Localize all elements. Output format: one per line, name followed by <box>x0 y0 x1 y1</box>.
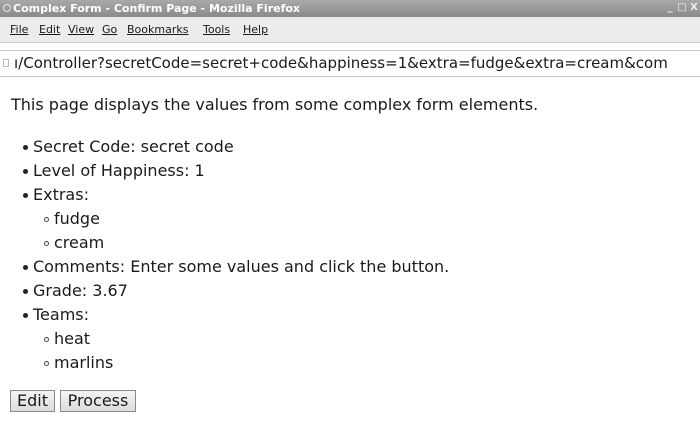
list-item: Grade: 3.67 <box>23 281 128 301</box>
menu-edit[interactable]: Edit <box>39 17 60 42</box>
minimize-button[interactable]: _ <box>664 2 676 14</box>
list-item: Comments: Enter some values and click th… <box>23 257 450 277</box>
list-item: Secret Code: secret code <box>23 137 234 157</box>
extra-fudge: fudge <box>54 209 100 228</box>
bullet-icon <box>23 313 28 318</box>
list-item: Extras: <box>23 185 89 205</box>
page-icon <box>3 59 9 67</box>
process-button[interactable]: Process <box>60 390 136 412</box>
intro-text: This page displays the values from some … <box>11 95 539 114</box>
page-content: This page displays the values from some … <box>0 78 700 438</box>
list-item: Level of Happiness: 1 <box>23 161 205 181</box>
extra-cream: cream <box>54 233 105 252</box>
menu-bookmarks[interactable]: Bookmarks <box>127 17 188 42</box>
teams-label: Teams: <box>33 305 90 324</box>
list-item: Teams: <box>23 305 90 325</box>
maximize-button[interactable]: □ <box>676 2 688 14</box>
bullet-icon <box>23 169 28 174</box>
team-marlins: marlins <box>54 353 114 372</box>
close-button[interactable]: X <box>688 2 700 14</box>
bullet-icon <box>23 193 28 198</box>
circle-bullet-icon <box>44 337 49 342</box>
edit-button[interactable]: Edit <box>10 390 55 412</box>
secret-code-value: Secret Code: secret code <box>33 137 234 156</box>
list-item: marlins <box>44 353 114 373</box>
window-title: Complex Form - Confirm Page - Mozilla Fi… <box>13 2 301 15</box>
extras-label: Extras: <box>33 185 89 204</box>
comments-value: Comments: Enter some values and click th… <box>33 257 450 276</box>
list-item: fudge <box>44 209 100 229</box>
menu-help[interactable]: Help <box>243 17 268 42</box>
bullet-icon <box>23 289 28 294</box>
happiness-value: Level of Happiness: 1 <box>33 161 205 180</box>
circle-bullet-icon <box>44 361 49 366</box>
menu-go[interactable]: Go <box>102 17 117 42</box>
team-heat: heat <box>54 329 91 348</box>
grade-value: Grade: 3.67 <box>33 281 128 300</box>
circle-bullet-icon <box>44 217 49 222</box>
list-item: heat <box>44 329 91 349</box>
menu-view[interactable]: View <box>68 17 94 42</box>
menu-tools[interactable]: Tools <box>203 17 230 42</box>
menu-file[interactable]: File <box>10 17 28 42</box>
location-bar[interactable]: ı/Controller?secretCode=secret+code&happ… <box>0 50 700 77</box>
bullet-icon <box>23 145 28 150</box>
url-field[interactable]: ı/Controller?secretCode=secret+code&happ… <box>14 51 668 76</box>
circle-bullet-icon <box>44 241 49 246</box>
title-bar: Complex Form - Confirm Page - Mozilla Fi… <box>0 0 700 17</box>
firefox-icon <box>3 4 11 12</box>
list-item: cream <box>44 233 105 253</box>
bullet-icon <box>23 265 28 270</box>
menu-bar: File Edit View Go Bookmarks Tools Help <box>0 17 700 43</box>
